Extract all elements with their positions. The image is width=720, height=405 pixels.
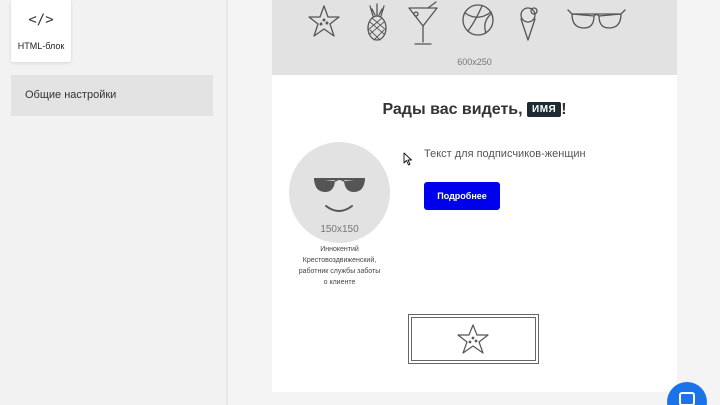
caption-line: Крестовоздвиженский, — [302, 257, 377, 264]
cocktail-icon — [408, 1, 438, 45]
ice-cream-icon — [520, 7, 538, 41]
general-settings-item[interactable]: Общие настройки — [11, 75, 213, 116]
body-text[interactable]: Текст для подписчиков-женщин — [424, 148, 586, 160]
caption-line: Иннокентий — [320, 246, 359, 253]
beach-ball-icon — [462, 4, 494, 36]
avatar-caption: Иннокентий Крестовоздвиженский, работник… — [289, 244, 390, 288]
code-icon: </> — [28, 12, 54, 28]
greeting-heading: Рады вас видеть, ИМЯ! — [272, 101, 677, 119]
starfish-icon — [308, 5, 340, 37]
footer-image[interactable] — [408, 314, 539, 364]
email-canvas: 600x250 Рады вас видеть, ИМЯ! 150x150 Ин… — [228, 0, 720, 405]
mouse-cursor-icon — [403, 152, 412, 166]
greeting-text: Рады вас видеть, — [382, 101, 528, 118]
banner-size-label: 600x250 — [457, 57, 492, 67]
chat-icon — [679, 392, 695, 405]
more-button[interactable]: Подробнее — [424, 182, 500, 210]
avatar-image[interactable]: 150x150 — [289, 142, 390, 243]
caption-line: о клиенте — [323, 279, 356, 286]
avatar-size-label: 150x150 — [320, 224, 359, 235]
pineapple-icon — [367, 3, 387, 41]
html-block-label: HTML-блок — [17, 41, 65, 51]
starfish-icon — [457, 324, 489, 354]
email-preview: 600x250 Рады вас видеть, ИМЯ! 150x150 Ин… — [272, 0, 677, 392]
beach-icons-illustration — [308, 1, 626, 45]
sunglasses-icon — [567, 9, 626, 29]
name-merge-tag[interactable]: ИМЯ — [527, 102, 562, 117]
greeting-punct: ! — [561, 101, 567, 118]
html-block-tile[interactable]: </> HTML-блок — [11, 0, 71, 62]
banner-image[interactable]: 600x250 — [272, 0, 677, 75]
caption-line: работник службы заботы — [298, 268, 381, 275]
left-panel: </> HTML-блок Общие настройки — [0, 0, 226, 405]
